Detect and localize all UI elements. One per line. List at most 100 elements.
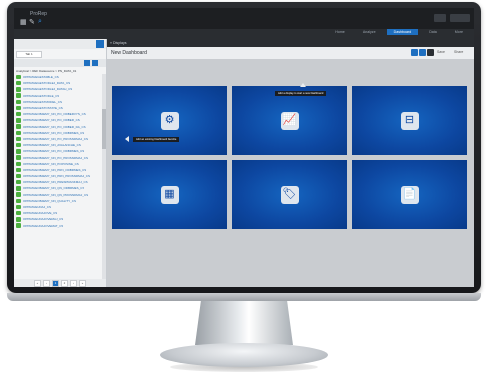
- table-icon: [16, 124, 21, 129]
- list-item-label: OPPRAVEOBJEMY_NN_QN_PROSNDMAJ_CS: [23, 192, 89, 197]
- pager-button[interactable]: ›: [70, 279, 77, 287]
- datasource-list: OPPRAVEGESTABLE_CS OPPRAVEGESTODLEJ_DATA_…: [14, 74, 102, 229]
- pager-button[interactable]: »: [79, 279, 86, 287]
- table-icon: [16, 198, 21, 204]
- list-item[interactable]: OPPRAVEUDAJOVEMAT_CS: [14, 223, 102, 229]
- sidebar-scrollbar-thumb[interactable]: [102, 109, 106, 149]
- custom-widget-icon: ⚙: [160, 111, 179, 130]
- main-navbar: Home Analyze Dashboard Data More: [14, 29, 474, 39]
- search-icon[interactable]: ⌕: [38, 18, 42, 26]
- sidebar-breadcrumb: Analytical > REF Datasource > PN_DATA_01: [16, 69, 77, 73]
- add-datasource-button[interactable]: [96, 40, 104, 48]
- list-item-label: OPPRAVEOBJEMY_NN_PO_ODBER_DA_CS: [23, 124, 86, 129]
- main-breadcrumb[interactable]: « Displays: [110, 41, 127, 45]
- chart-icon: 📈: [280, 111, 299, 130]
- display-tile[interactable]: 📈: [232, 86, 347, 155]
- sort-button[interactable]: [92, 60, 98, 66]
- list-item-label: OPPRAVEOBJEMY_NN_PRESPRANKMAJ_CS: [23, 180, 88, 185]
- layout-button[interactable]: [411, 49, 418, 56]
- share-button[interactable]: Share: [454, 50, 463, 54]
- display-tile[interactable]: 📄: [352, 160, 467, 229]
- grid-icon[interactable]: ▦: [20, 18, 27, 26]
- list-item-label: OPPRAVEGESTABLE_CS: [23, 75, 59, 80]
- document-icon: 📄: [400, 185, 419, 204]
- table-icon: [16, 211, 21, 216]
- tooltip-add-favorite: Add an existing Dashboard favorite: [133, 137, 180, 142]
- list-item-label: OPPRAVEOBJEMY_NN_PO_ODBERVYS_CS: [23, 112, 86, 117]
- list-item-label: OPPRAVEOBJEMY_NN_PO_ODBRMES_CS: [23, 130, 85, 135]
- monitor-stand-base: [160, 343, 328, 367]
- display-tile[interactable]: ▦: [112, 160, 227, 229]
- nav-item-2[interactable]: Dashboard: [386, 29, 419, 35]
- filter-panel-icon: ⊟: [400, 111, 419, 130]
- list-item-label: OPPRAVEUDAJOVE_CS: [23, 211, 58, 216]
- table-icon: [16, 112, 21, 117]
- list-item-label: OPPRAVEGESTODLE_CS: [23, 93, 60, 98]
- table-icon: ▦: [160, 185, 179, 204]
- grid-layout-button[interactable]: [419, 49, 426, 56]
- monitor-chin: [7, 293, 481, 301]
- display-tile[interactable]: ⚙: [112, 86, 227, 155]
- tooltip-add-display: Add a display to start a new Dashboard: [275, 91, 327, 96]
- dashboard-title: New Dashboard: [111, 50, 147, 56]
- filter-button[interactable]: [84, 60, 90, 66]
- pager-button[interactable]: 2: [61, 279, 68, 287]
- datasource-sidebar: Tab 1 Analytical > REF Datasource > PN_D…: [14, 39, 107, 287]
- pager-button[interactable]: ‹: [43, 279, 50, 287]
- list-item-label: OPPRAVEOBJEMY_NN_PO_ODBRMES_CS: [23, 149, 85, 154]
- table-icon: [16, 161, 21, 166]
- table-icon: [16, 223, 21, 228]
- sidebar-header: [14, 39, 106, 49]
- dashboard-canvas: ⚙ 📈 ⊟ ▦ 🏷 📄 Add a display to start a new Dash…: [107, 59, 474, 287]
- list-item-label: OPPRAVEUDAJOVEMAT_CS: [23, 223, 64, 228]
- table-icon: [16, 118, 21, 123]
- table-icon: [16, 93, 21, 98]
- notifications-button[interactable]: [434, 14, 446, 22]
- nav-item-1[interactable]: Analyze: [356, 29, 383, 35]
- nav-item-4[interactable]: More: [448, 29, 470, 35]
- table-icon: [16, 149, 21, 154]
- save-button[interactable]: Save: [437, 50, 445, 54]
- list-item-label: OPPRAVEOBJEMY_NN_PO_PROSNDMAJ_CS: [23, 155, 88, 160]
- table-icon: [16, 130, 21, 135]
- table-icon: [16, 81, 21, 86]
- table-icon: [16, 192, 21, 197]
- list-item-label: OPPRAVEGESTODLEJ_DATAH_CS: [23, 87, 73, 92]
- sidebar-tab[interactable]: Tab 1: [16, 51, 42, 58]
- wrench-icon[interactable]: ✎: [29, 18, 35, 26]
- display-tile[interactable]: 🏷: [232, 160, 347, 229]
- list-item-label: OPPRAVEOBJEMY_NN_POPOSINE_CS: [23, 161, 79, 166]
- monitor-stand-neck: [195, 301, 293, 345]
- main-breadcrumb-bar: [107, 39, 474, 47]
- table-icon: [16, 204, 21, 210]
- list-item-label: OPPRAVEGESTOSTATE_CS: [23, 106, 63, 111]
- list-item-label: OPPRAVEOBJEMY_NN_PRN_PROSNDMAJ_CS: [23, 174, 90, 179]
- table-icon: [16, 155, 21, 160]
- list-item-label: OPPRAVEOBJEMY_NN_PO_PROSNDMAJ_CS: [23, 136, 88, 141]
- table-icon: [16, 173, 21, 179]
- sidebar-pager: «‹ 1 2 ›»: [14, 279, 106, 287]
- nav-item-3[interactable]: Data: [422, 29, 444, 35]
- monitor-screen: ProRep ▦ ✎ ⌕ Home Analyze Dashboard Data Mor…: [14, 8, 474, 287]
- list-item-label: OPPRAVEGESTMODEL_CS: [23, 99, 62, 104]
- tooltip-top-arrow: [300, 83, 306, 87]
- pager-button[interactable]: «: [34, 279, 41, 287]
- list-item-label: OPPRAVEUDAJ_CS: [23, 205, 51, 210]
- sidebar-filter-bar: [14, 59, 106, 67]
- table-icon: [16, 74, 21, 80]
- table-icon: [16, 167, 21, 173]
- list-item-label: OPPRAVEUDAJOVEMAJ_CS: [23, 217, 64, 222]
- app-title: ProRep: [30, 11, 47, 17]
- list-item-label: OPPRAVEOBJEMY_NN_PRN_ODBRMES_CS: [23, 167, 87, 172]
- table-icon: [16, 186, 21, 191]
- table-icon: [16, 217, 21, 222]
- user-menu-button[interactable]: [450, 14, 470, 22]
- display-tile[interactable]: ⊟: [352, 86, 467, 155]
- tooltip-left-arrow: [125, 136, 129, 142]
- pager-button[interactable]: 1: [52, 279, 59, 287]
- nav-item-0[interactable]: Home: [328, 29, 352, 35]
- sidebar-scrollbar[interactable]: [102, 74, 106, 279]
- settings-button[interactable]: [427, 49, 434, 56]
- tag-icon: 🏷: [280, 185, 299, 204]
- list-item-label: OPPRAVEOBJEMY_NN_PO_ODBER_CS: [23, 118, 80, 123]
